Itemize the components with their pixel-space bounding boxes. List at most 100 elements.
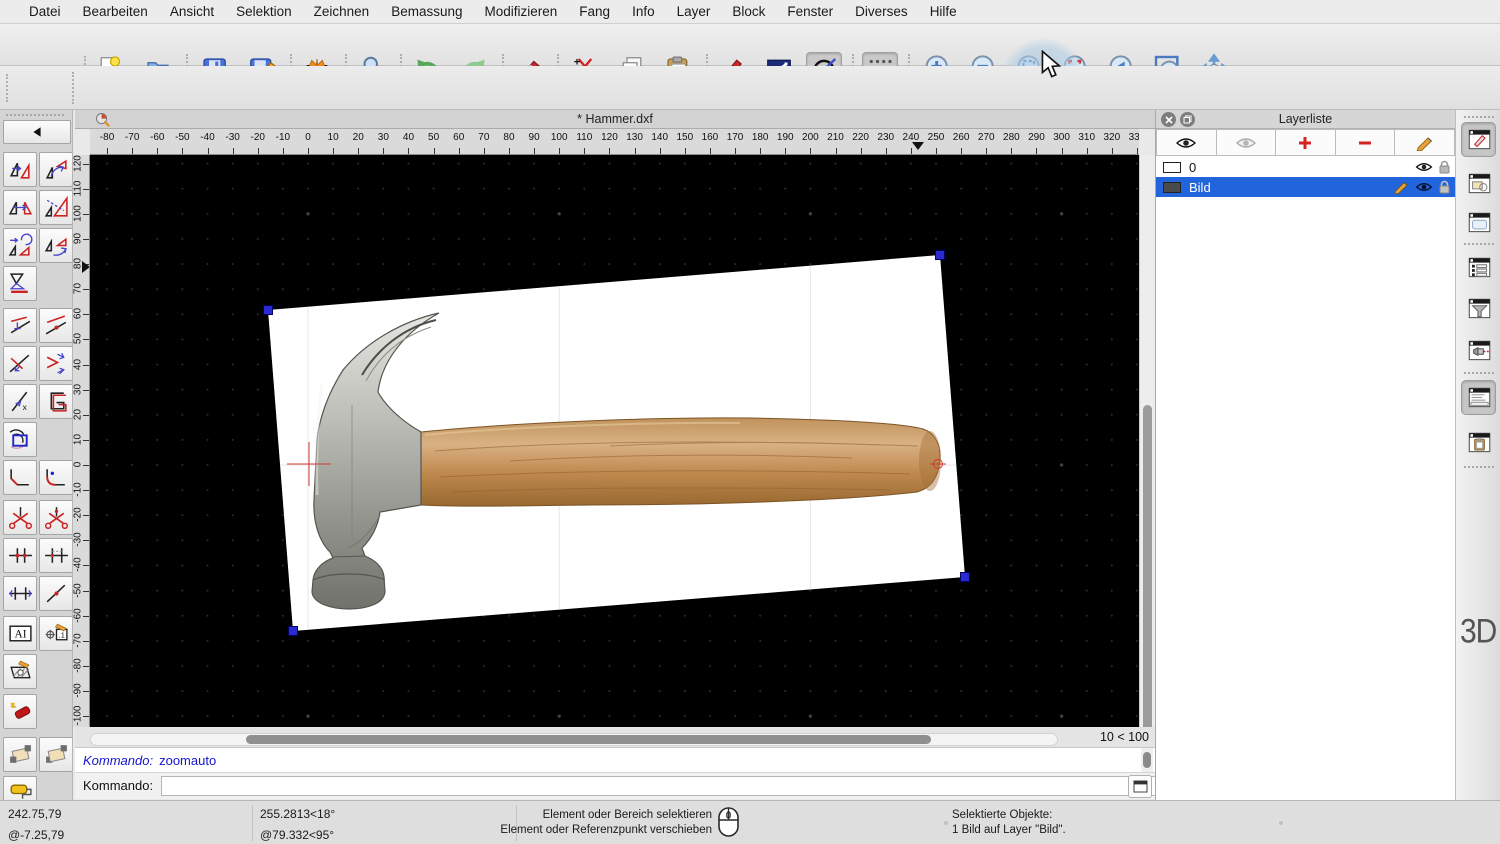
tool-trim[interactable] [3, 308, 37, 343]
tool-trim-both[interactable] [3, 346, 37, 381]
menu-item-bemassung[interactable]: Bemassung [380, 4, 473, 19]
tool-edit-hatch[interactable] [3, 654, 37, 689]
history-scrollbar-thumb[interactable] [1143, 752, 1151, 768]
horizontal-scrollbar-thumb[interactable] [246, 735, 931, 744]
tool-bevel-lines[interactable] [39, 346, 73, 381]
menu-item-diverses[interactable]: Diverses [844, 4, 919, 19]
selection-handle[interactable] [289, 627, 298, 636]
tool-rotate[interactable] [39, 152, 73, 187]
layer-color-swatch[interactable] [1163, 182, 1181, 193]
tool-order-front[interactable] [3, 737, 37, 772]
dock-clipboard-button[interactable] [1461, 425, 1496, 460]
v-ruler-tick [83, 515, 90, 516]
palette-drag-handle[interactable] [6, 114, 64, 117]
hide-all-layers-button[interactable] [1217, 129, 1277, 156]
tool-order-back[interactable] [39, 737, 73, 772]
command-input[interactable] [161, 776, 1201, 796]
toolbar-separator [72, 72, 74, 104]
tool-fillet[interactable] [39, 460, 73, 495]
h-ruler-tick [484, 148, 485, 155]
layer-panel-titlebar[interactable]: Layerliste [1156, 110, 1455, 129]
tool-divide[interactable] [3, 500, 37, 535]
3d-label[interactable]: 3D [1460, 612, 1496, 651]
back-button[interactable] [3, 120, 71, 144]
layer-row-0[interactable]: 0 [1156, 157, 1455, 177]
tool-stretch[interactable]: x [3, 384, 37, 419]
dock-property-editor-button[interactable] [1461, 250, 1496, 285]
selection-handle[interactable] [961, 573, 970, 582]
menu-item-hilfe[interactable]: Hilfe [919, 4, 968, 19]
dock-layer-list-button[interactable] [1461, 122, 1496, 157]
menu-item-ansicht[interactable]: Ansicht [159, 4, 225, 19]
layer-color-swatch[interactable] [1163, 162, 1181, 173]
tool-break-segments-manual[interactable] [39, 538, 73, 573]
v-ruler-tick [83, 616, 90, 617]
remove-layer-button[interactable] [1336, 129, 1396, 156]
show-all-layers-button[interactable] [1156, 129, 1217, 156]
h-ruler-tick [810, 148, 811, 155]
tool-edit-dimension[interactable]: .1 [39, 616, 73, 651]
v-ruler-tick [83, 314, 90, 315]
dock-selection-filter-button[interactable] [1461, 291, 1496, 326]
tool-scale[interactable] [39, 190, 73, 225]
edit-layer-button[interactable] [1395, 129, 1455, 156]
layer-lock-icon[interactable] [1438, 180, 1451, 194]
h-ruler-label: 330 [1122, 132, 1139, 143]
v-ruler-tick [83, 591, 90, 592]
selection-handle[interactable] [936, 251, 945, 260]
v-ruler-tick [83, 465, 90, 466]
layer-edit-icon[interactable] [1393, 180, 1410, 194]
history-scrollbar[interactable] [1141, 748, 1153, 772]
v-ruler-tick [83, 164, 90, 165]
tool-mirror[interactable] [3, 190, 37, 225]
command-history-toggle-button[interactable] [1128, 775, 1152, 798]
window-icon [1133, 780, 1148, 793]
drawing-canvas[interactable] [90, 155, 1139, 727]
tool-explode[interactable] [3, 694, 37, 729]
tool-clip-rectangle[interactable] [3, 422, 37, 457]
tool-lengthen[interactable] [39, 308, 73, 343]
tool-move-copy[interactable] [3, 152, 37, 187]
layer-visibility-icon[interactable] [1415, 161, 1433, 173]
v-ruler-tick [83, 490, 90, 491]
add-layer-button[interactable] [1276, 129, 1336, 156]
layer-visibility-icon[interactable] [1415, 181, 1433, 193]
menu-item-block[interactable]: Block [721, 4, 776, 19]
toolbar-drag-handle[interactable] [6, 74, 10, 102]
menu-item-info[interactable]: Info [621, 4, 666, 19]
tool-divide-remove[interactable] [39, 500, 73, 535]
tool-split-points[interactable] [39, 576, 73, 611]
menu-item-bearbeiten[interactable]: Bearbeiten [72, 4, 159, 19]
tool-break-segments[interactable] [3, 538, 37, 573]
tool-clip-segment[interactable] [39, 384, 73, 419]
tool-apply-properties[interactable] [3, 776, 37, 800]
h-ruler-tick [333, 148, 334, 155]
tool-rotate-multiple[interactable] [39, 228, 73, 263]
layer-lock-icon[interactable] [1438, 160, 1451, 174]
h-ruler-tick [1137, 148, 1138, 155]
dock-block-list-button[interactable] [1461, 166, 1496, 201]
tool-flip[interactable] [3, 266, 37, 301]
dock-tool-info-button[interactable] [1461, 333, 1496, 368]
menu-item-datei[interactable]: Datei [18, 4, 72, 19]
tool-break-points[interactable] [3, 576, 37, 611]
selection-handle[interactable] [264, 306, 273, 315]
dock-drag-handle[interactable] [1464, 116, 1494, 118]
menu-item-layer[interactable]: Layer [666, 4, 722, 19]
menu-item-fang[interactable]: Fang [568, 4, 621, 19]
tool-edit-text[interactable]: AI [3, 616, 37, 651]
dock-command-line-button[interactable] [1461, 380, 1496, 415]
document-titlebar[interactable]: * Hammer.dxf [75, 110, 1155, 129]
layer-row-bild[interactable]: Bild [1156, 177, 1455, 197]
command-history[interactable]: Kommando: zoomauto [75, 747, 1155, 772]
menu-item-zeichnen[interactable]: Zeichnen [303, 4, 381, 19]
menu-item-selektion[interactable]: Selektion [225, 4, 303, 19]
tool-move-rotate[interactable] [3, 228, 37, 263]
tool-chamfer[interactable] [3, 460, 37, 495]
canvas-vertical-scrollbar[interactable] [1139, 155, 1155, 727]
vertical-scrollbar-thumb[interactable] [1143, 405, 1152, 737]
menu-item-modifizieren[interactable]: Modifizieren [474, 4, 569, 19]
canvas-horizontal-scrollbar[interactable] [90, 733, 1058, 746]
dock-view-list-button[interactable] [1461, 205, 1496, 240]
menu-item-fenster[interactable]: Fenster [776, 4, 844, 19]
